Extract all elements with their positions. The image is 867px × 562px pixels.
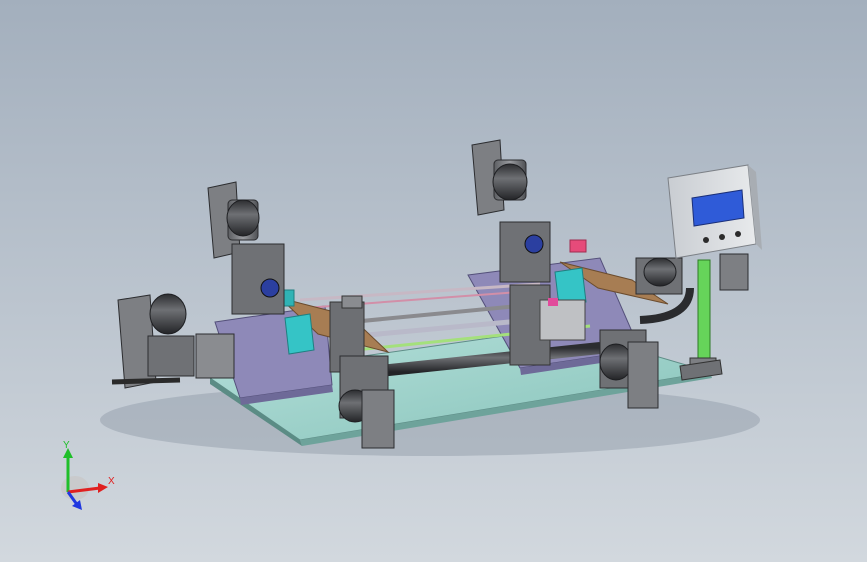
x-axis-label: X xyxy=(108,476,115,487)
hmi-button[interactable] xyxy=(735,231,741,237)
teal-block-right[interactable] xyxy=(554,239,587,307)
motor-top-right[interactable] xyxy=(471,139,551,283)
hmi-control-box[interactable] xyxy=(667,164,762,259)
control-post[interactable] xyxy=(679,259,723,381)
motor-top-left[interactable] xyxy=(207,181,285,315)
y-axis-label: Y xyxy=(63,440,70,451)
coordinate-triad: Y X xyxy=(61,440,115,510)
hmi-button[interactable] xyxy=(703,237,709,243)
triad-sphere xyxy=(61,476,89,500)
hmi-button[interactable] xyxy=(719,234,725,240)
motor-side-left[interactable] xyxy=(111,293,235,389)
cad-viewport[interactable]: Y X xyxy=(0,0,867,562)
x-axis-arrow xyxy=(98,483,108,493)
assembly-model[interactable] xyxy=(0,0,867,562)
